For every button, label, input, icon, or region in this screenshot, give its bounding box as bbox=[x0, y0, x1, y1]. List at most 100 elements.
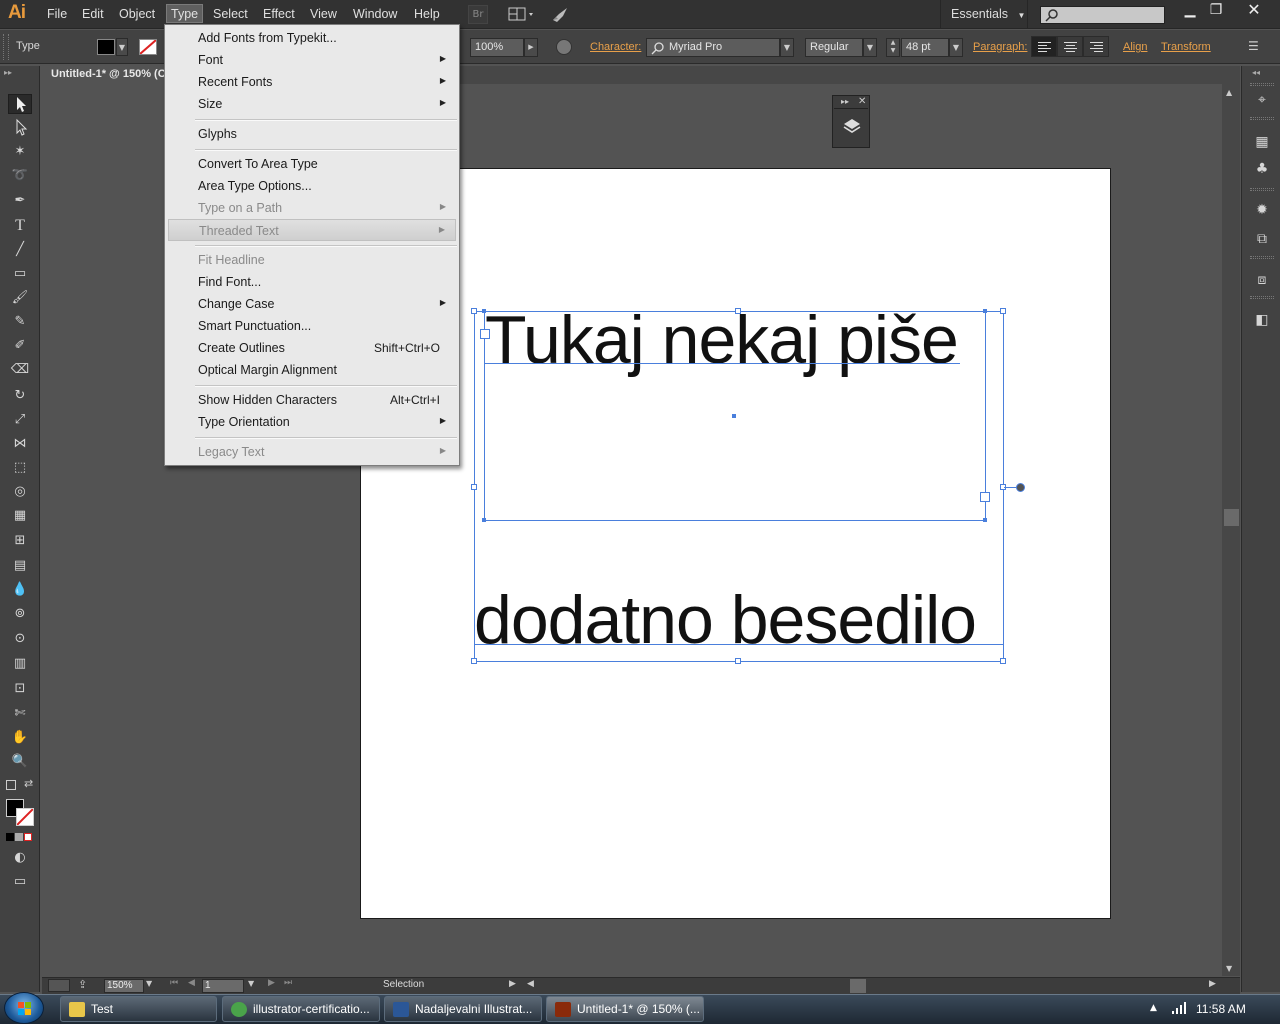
zoom-field[interactable]: 150% bbox=[104, 979, 144, 993]
screen-mode-icon[interactable]: ▭ bbox=[8, 872, 32, 892]
menu-item-type-orientation[interactable]: Type Orientation ▶ bbox=[168, 411, 456, 433]
recolor-icon[interactable] bbox=[556, 39, 572, 55]
scale-tool-icon[interactable]: ⤢ bbox=[8, 410, 32, 430]
menu-edit[interactable]: Edit bbox=[78, 5, 108, 24]
mesh-tool-icon[interactable]: ⊞ bbox=[8, 531, 32, 551]
menu-item-show-hidden-characters[interactable]: Show Hidden Characters Alt+Ctrl+I bbox=[168, 389, 456, 411]
selection-tool-icon[interactable] bbox=[8, 94, 32, 114]
font-family-dropdown[interactable]: ▼ bbox=[780, 38, 794, 57]
menu-item-find-font[interactable]: Find Font... bbox=[168, 271, 456, 293]
none-mode-icon[interactable] bbox=[24, 833, 32, 841]
line-segment-tool-icon[interactable]: ╱ bbox=[8, 240, 32, 260]
blob-brush-tool-icon[interactable]: ✐ bbox=[8, 336, 32, 356]
font-size-stepper[interactable]: ▲ ▼ bbox=[886, 38, 900, 57]
type-tool-icon[interactable]: T bbox=[8, 216, 32, 236]
color-mode-icon[interactable] bbox=[6, 833, 14, 841]
previous-artboard-icon[interactable]: ◀ bbox=[188, 978, 195, 988]
resize-handle[interactable] bbox=[1000, 658, 1006, 664]
anchor-point[interactable] bbox=[482, 518, 486, 522]
font-size-field[interactable]: 48 pt bbox=[901, 38, 949, 57]
menu-help[interactable]: Help bbox=[410, 5, 444, 24]
symbol-sprayer-tool-icon[interactable]: ⊙ bbox=[8, 629, 32, 649]
font-family-field[interactable]: Myriad Pro bbox=[646, 38, 780, 57]
rotate-tool-icon[interactable]: ↻ bbox=[8, 386, 32, 406]
workspace-switcher[interactable]: Essentials ▼ bbox=[940, 0, 1028, 29]
width-tool-icon[interactable]: ⋈ bbox=[8, 434, 32, 454]
resize-handle[interactable] bbox=[471, 658, 477, 664]
scroll-down-arrow[interactable]: ▼ bbox=[1226, 964, 1232, 973]
search-input[interactable] bbox=[1040, 6, 1165, 24]
pencil-tool-icon[interactable]: ✎ bbox=[8, 312, 32, 332]
first-artboard-icon[interactable]: ⏮ bbox=[170, 978, 178, 988]
magic-wand-tool-icon[interactable]: ✶ bbox=[8, 142, 32, 162]
pathfinder-icon[interactable]: ⧈ bbox=[1251, 270, 1273, 290]
anchor-point[interactable] bbox=[482, 309, 486, 313]
fill-dropdown[interactable]: ▼ bbox=[116, 38, 128, 56]
align-center-button[interactable] bbox=[1057, 36, 1083, 57]
shape-builder-tool-icon[interactable]: ◎ bbox=[8, 482, 32, 502]
default-colors-icon[interactable] bbox=[6, 780, 16, 790]
menu-item-size[interactable]: Size ▶ bbox=[168, 93, 456, 115]
resize-handle[interactable] bbox=[471, 484, 477, 490]
menu-view[interactable]: View bbox=[306, 5, 341, 24]
eyedropper-tool-icon[interactable]: 💧 bbox=[8, 580, 32, 600]
anchor-point[interactable] bbox=[983, 518, 987, 522]
vertical-scrollbar[interactable] bbox=[1222, 84, 1240, 976]
area-text-1[interactable]: Tukaj nekaj piše bbox=[485, 300, 959, 380]
align-link[interactable]: Align bbox=[1123, 41, 1147, 53]
gradient-mode-icon[interactable] bbox=[15, 833, 23, 841]
artboard-number-field[interactable]: 1 bbox=[202, 979, 244, 993]
resize-handle[interactable] bbox=[471, 308, 477, 314]
menu-type[interactable]: Type bbox=[166, 4, 204, 23]
direct-selection-tool-icon[interactable] bbox=[8, 118, 32, 138]
free-transform-tool-icon[interactable]: ⬚ bbox=[8, 458, 32, 478]
next-artboard-icon[interactable]: ▶ bbox=[268, 978, 275, 988]
scroll-left-arrow[interactable]: ◀ bbox=[527, 979, 534, 989]
scroll-up-arrow[interactable]: ▲ bbox=[1226, 88, 1232, 97]
symbols-icon[interactable]: ♣ bbox=[1251, 159, 1273, 179]
graphic-styles-icon[interactable]: ⧉ bbox=[1251, 229, 1273, 249]
horizontal-scroll-thumb[interactable] bbox=[850, 979, 866, 993]
close-button[interactable]: ✕ bbox=[1237, 0, 1271, 22]
menu-item-convert-to-area-type[interactable]: Convert To Area Type bbox=[168, 153, 456, 175]
fill-color-swatch[interactable] bbox=[97, 39, 115, 55]
scroll-right-arrow[interactable]: ▶ bbox=[1209, 979, 1216, 989]
align-left-button[interactable] bbox=[1031, 36, 1057, 57]
blend-tool-icon[interactable]: ⊚ bbox=[8, 604, 32, 624]
shape-widget-handle[interactable] bbox=[1016, 483, 1025, 492]
eraser-tool-icon[interactable]: ⌫ bbox=[8, 360, 32, 380]
swap-colors-icon[interactable]: ⇄ bbox=[24, 777, 33, 790]
resize-handle[interactable] bbox=[735, 308, 741, 314]
gpu-performance-icon[interactable] bbox=[550, 5, 570, 25]
menu-select[interactable]: Select bbox=[209, 5, 252, 24]
collapse-panel-icon[interactable]: ▸▸ bbox=[4, 68, 12, 77]
arrange-documents-icon[interactable] bbox=[508, 6, 536, 23]
transform-link[interactable]: Transform bbox=[1161, 41, 1211, 53]
taskbar-item-test[interactable]: Test bbox=[60, 996, 217, 1022]
align-right-button[interactable] bbox=[1083, 36, 1109, 57]
artboard-dropdown-icon[interactable]: ▼ bbox=[248, 979, 254, 988]
font-style-field[interactable]: Regular bbox=[805, 38, 863, 57]
in-port[interactable] bbox=[480, 329, 490, 339]
zoom-tool-icon[interactable]: 🔍 bbox=[8, 752, 32, 772]
anchor-point[interactable] bbox=[983, 309, 987, 313]
resize-handle[interactable] bbox=[735, 658, 741, 664]
menu-item-optical-margin-alignment[interactable]: Optical Margin Alignment bbox=[168, 359, 456, 381]
drawing-modes-icon[interactable]: ◐ bbox=[8, 848, 32, 868]
gradient-tool-icon[interactable]: ▤ bbox=[8, 556, 32, 576]
last-artboard-icon[interactable]: ⏭ bbox=[284, 978, 292, 988]
zoom-dropdown-icon[interactable]: ▼ bbox=[146, 979, 152, 988]
font-size-dropdown[interactable]: ▼ bbox=[949, 38, 963, 57]
menu-object[interactable]: Object bbox=[115, 5, 159, 24]
artboard-tool-icon[interactable]: ⊡ bbox=[8, 679, 32, 699]
menu-item-change-case[interactable]: Change Case ▶ bbox=[168, 293, 456, 315]
menu-item-area-type-options[interactable]: Area Type Options... bbox=[168, 175, 456, 197]
panel-menu-icon[interactable]: ☰ bbox=[1248, 39, 1259, 53]
close-icon[interactable]: ✕ bbox=[858, 96, 866, 107]
artboard[interactable] bbox=[360, 168, 1111, 919]
restore-button[interactable]: ❐ bbox=[1199, 0, 1233, 22]
menu-item-glyphs[interactable]: Glyphs bbox=[168, 123, 456, 145]
area-text-2[interactable]: dodatno besedilo bbox=[474, 580, 977, 660]
paragraph-link[interactable]: Paragraph: bbox=[973, 41, 1027, 53]
menu-item-recent-fonts[interactable]: Recent Fonts ▶ bbox=[168, 71, 456, 93]
